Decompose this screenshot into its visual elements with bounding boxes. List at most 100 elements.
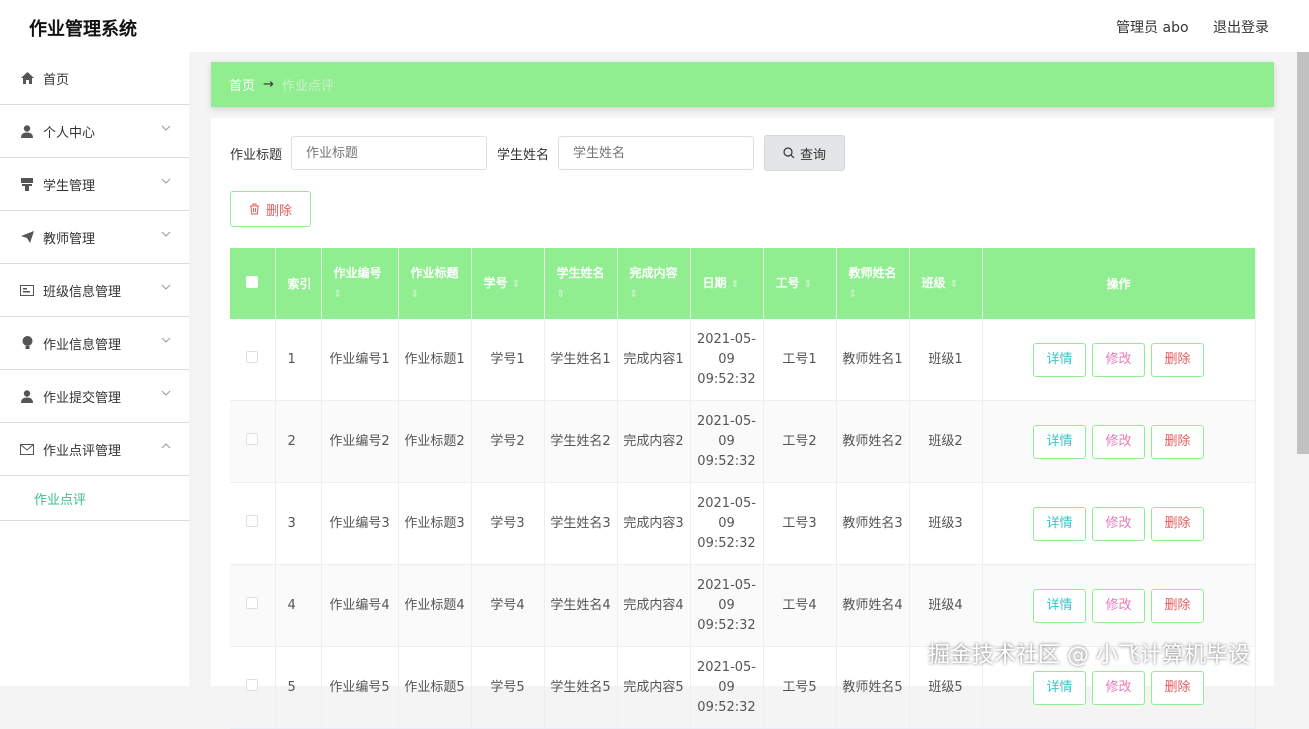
cell-emp-no: 工号4 [763, 564, 837, 647]
sidebar-subitem-review[interactable]: 作业点评 [0, 476, 189, 521]
search-button[interactable]: 查询 [764, 135, 846, 171]
column-header-content[interactable]: 完成内容 ⇕ [617, 248, 691, 319]
cell-ops: 详情 修改 删除 [982, 400, 1256, 483]
column-header-date[interactable]: 日期 ⇕ [690, 248, 764, 319]
column-header-grade[interactable]: 班级 ⇕ [909, 248, 983, 319]
sort-icon[interactable]: ⇕ [411, 289, 419, 300]
sort-icon[interactable]: ⇕ [557, 289, 565, 300]
sidebar-item-teachers[interactable]: 教师管理 [0, 211, 189, 264]
row-checkbox[interactable] [246, 514, 259, 527]
chevron-down-icon [161, 390, 171, 396]
sidebar-item-label: 首页 [43, 72, 70, 88]
cell-stu-no: 学号1 [471, 319, 545, 401]
sidebar: 首页 个人中心 学生管理 教师管理 班级信息管理 作业信息管理 作业提交管理 作… [0, 52, 189, 686]
delete-button[interactable]: 删除 [1151, 424, 1204, 459]
cell-index: 5 [275, 646, 322, 729]
name-filter-input[interactable] [558, 136, 755, 170]
sidebar-item-profile[interactable]: 个人中心 [0, 105, 189, 158]
user-icon [20, 389, 34, 403]
trash-icon [249, 203, 259, 215]
app-title: 作业管理系统 [29, 19, 137, 40]
table-row: 2 作业编号2 作业标题2 学号2 学生姓名2 完成内容2 2021-05-09 09:52… [230, 400, 1256, 483]
cell-index: 4 [275, 564, 322, 647]
podium-icon [20, 177, 34, 191]
chevron-down-icon [161, 231, 171, 237]
sidebar-item-label: 班级信息管理 [43, 284, 122, 300]
column-header-emp-no[interactable]: 工号 ⇕ [763, 248, 837, 319]
cell-ops: 详情 修改 删除 [982, 482, 1256, 565]
column-header-stu-name[interactable]: 学生姓名 ⇕ [544, 248, 618, 319]
title-filter-input[interactable] [291, 136, 488, 170]
row-select-cell [230, 482, 276, 565]
sidebar-item-homework-info[interactable]: 作业信息管理 [0, 317, 189, 370]
delete-button[interactable]: 删除 [1151, 506, 1204, 541]
cell-hw-title: 作业标题5 [398, 646, 472, 729]
select-all-checkbox[interactable] [246, 275, 259, 288]
cell-stu-name: 学生姓名2 [544, 400, 618, 483]
detail-button[interactable]: 详情 [1033, 424, 1086, 459]
title-filter-label: 作业标题 [230, 147, 283, 163]
cell-content: 完成内容2 [617, 400, 691, 483]
column-header-teacher[interactable]: 教师姓名 ⇕ [836, 248, 910, 319]
cell-hw-title: 作业标题3 [398, 482, 472, 565]
row-checkbox[interactable] [246, 678, 259, 691]
sidebar-item-students[interactable]: 学生管理 [0, 158, 189, 211]
column-header-ops: 操作 [982, 248, 1256, 319]
send-icon [20, 230, 34, 244]
sort-icon[interactable]: ⇕ [950, 279, 958, 290]
cell-stu-no: 学号3 [471, 482, 545, 565]
delete-button[interactable]: 删除 [1151, 670, 1204, 705]
cell-date: 2021-05-09 09:52:32 [690, 319, 764, 401]
search-form: 作业标题 学生姓名 查询 [230, 135, 846, 171]
sort-icon[interactable]: ⇕ [512, 279, 520, 290]
detail-button[interactable]: 详情 [1033, 588, 1086, 623]
batch-delete-button[interactable]: 删除 [230, 191, 311, 227]
cell-grade: 班级4 [909, 564, 983, 647]
chevron-up-icon [161, 443, 171, 449]
sort-icon[interactable]: ⇕ [731, 279, 739, 290]
delete-button[interactable]: 删除 [1151, 342, 1204, 377]
column-header-hw-title[interactable]: 作业标题 ⇕ [398, 248, 472, 319]
cell-emp-no: 工号3 [763, 482, 837, 565]
row-checkbox[interactable] [246, 432, 259, 445]
select-all-cell [230, 248, 276, 319]
edit-button[interactable]: 修改 [1092, 670, 1145, 705]
column-header-stu-no[interactable]: 学号 ⇕ [471, 248, 545, 319]
column-header-hw-no[interactable]: 作业编号 ⇕ [321, 248, 399, 319]
cell-hw-no: 作业编号2 [321, 400, 399, 483]
edit-button[interactable]: 修改 [1092, 588, 1145, 623]
cell-stu-name: 学生姓名1 [544, 319, 618, 401]
table-row: 4 作业编号4 作业标题4 学号4 学生姓名4 完成内容4 2021-05-09 09:52… [230, 564, 1256, 647]
edit-button[interactable]: 修改 [1092, 342, 1145, 377]
scrollbar[interactable] [1297, 52, 1309, 454]
detail-button[interactable]: 详情 [1033, 670, 1086, 705]
table-row: 1 作业编号1 作业标题1 学号1 学生姓名1 完成内容1 2021-05-09 09:52… [230, 319, 1256, 401]
cell-hw-no: 作业编号4 [321, 564, 399, 647]
sidebar-item-classes[interactable]: 班级信息管理 [0, 264, 189, 317]
sidebar-item-label: 作业点评管理 [43, 443, 122, 459]
logout-link[interactable]: 退出登录 [1213, 20, 1269, 36]
sidebar-item-homework-submit[interactable]: 作业提交管理 [0, 370, 189, 423]
sort-icon[interactable]: ⇕ [849, 289, 857, 300]
cell-date: 2021-05-09 09:52:32 [690, 564, 764, 647]
chevron-down-icon [161, 284, 171, 290]
cell-stu-no: 学号2 [471, 400, 545, 483]
sort-icon[interactable]: ⇕ [630, 289, 638, 300]
sort-icon[interactable]: ⇕ [334, 289, 342, 300]
detail-button[interactable]: 详情 [1033, 342, 1086, 377]
breadcrumb-home[interactable]: 首页 [229, 75, 255, 94]
mail-icon [20, 442, 34, 456]
row-checkbox[interactable] [246, 596, 259, 609]
current-user: 管理员 abo [1116, 20, 1189, 36]
detail-button[interactable]: 详情 [1033, 506, 1086, 541]
sort-icon[interactable]: ⇕ [804, 279, 812, 290]
row-select-cell [230, 319, 276, 401]
delete-button[interactable]: 删除 [1151, 588, 1204, 623]
home-icon [20, 71, 34, 85]
edit-button[interactable]: 修改 [1092, 424, 1145, 459]
edit-button[interactable]: 修改 [1092, 506, 1145, 541]
cell-grade: 班级1 [909, 319, 983, 401]
sidebar-item-homework-review[interactable]: 作业点评管理 [0, 423, 189, 476]
row-checkbox[interactable] [246, 350, 259, 363]
sidebar-item-home[interactable]: 首页 [0, 52, 189, 105]
